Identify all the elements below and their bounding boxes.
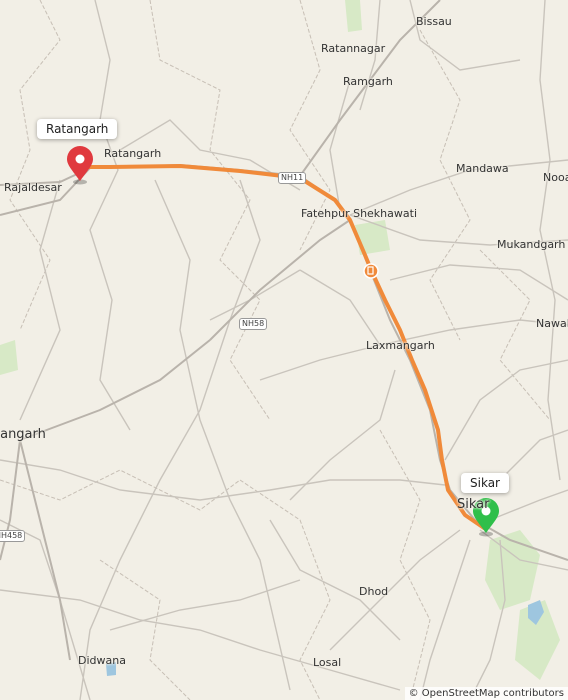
place-label-noa: Nooa <box>543 171 568 184</box>
place-label-dhod: Dhod <box>359 585 389 598</box>
place-label-losal: Losal <box>313 656 342 669</box>
road-shield-nh458: NH458 <box>0 530 26 542</box>
fuel-station-icon <box>363 263 379 279</box>
place-label-mandawa: Mandawa <box>456 162 509 175</box>
road-shield-nh11: NH11 <box>278 172 307 184</box>
map-attribution[interactable]: © OpenStreetMap contributors <box>404 687 568 700</box>
minor-roads <box>0 0 568 700</box>
start-marker-label[interactable]: Ratangarh <box>37 119 118 139</box>
end-marker-label[interactable]: Sikar <box>461 473 509 493</box>
place-label-ratannagar: Ratannagar <box>321 42 386 55</box>
road-shield-nh58: NH58 <box>239 318 268 330</box>
place-label-sujangarh: Sujangarh <box>0 427 46 442</box>
place-label-fatehpur: Fatehpur Shekhawati <box>301 207 417 220</box>
place-label-laxmangarh: Laxmangarh <box>366 339 435 352</box>
place-label-ratangarh: Ratangarh <box>104 147 162 160</box>
place-label-ramgarh: Ramgarh <box>343 75 393 88</box>
major-roads <box>0 0 568 661</box>
place-label-nawal: Nawal <box>536 317 568 330</box>
forest-patch <box>485 530 540 610</box>
forest-patch <box>345 0 362 32</box>
place-label-didwana: Didwana <box>78 654 126 667</box>
place-label-mukandgarh: Mukandgarh <box>497 238 566 251</box>
map-canvas[interactable]: Bissau Ratannagar Ramgarh Ratangarh Raja… <box>0 0 568 700</box>
forest-patch <box>355 220 390 255</box>
boundary-lines <box>0 0 551 700</box>
forest-patch <box>0 340 18 375</box>
place-label-rajaldesar: Rajaldesar <box>4 181 62 194</box>
map-base-layer <box>0 0 568 700</box>
place-label-sikar: Sikar <box>457 497 490 512</box>
start-marker-icon <box>67 146 93 185</box>
place-label-bissau: Bissau <box>416 15 452 28</box>
